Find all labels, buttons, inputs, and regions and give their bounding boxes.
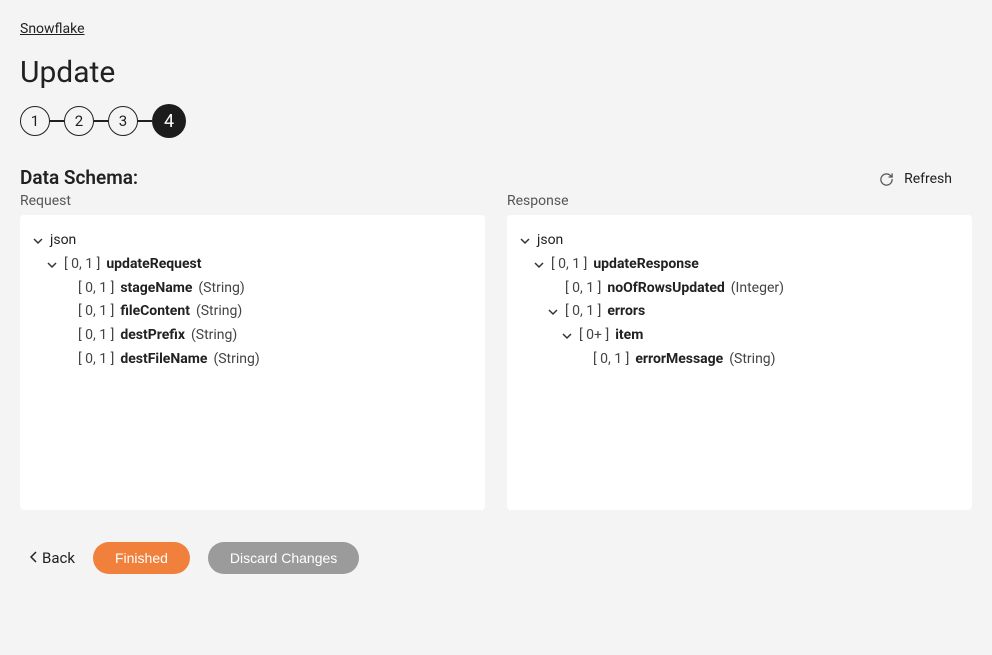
tree-node-destPrefix[interactable]: [ 0, 1 ] destPrefix (String) [32, 324, 473, 348]
field-type: (String) [213, 348, 259, 372]
discard-changes-button[interactable]: Discard Changes [208, 542, 359, 574]
chevron-down-icon [46, 260, 58, 270]
tree-node-updateRequest[interactable]: [ 0, 1 ] updateRequest [32, 253, 473, 277]
step-connector [94, 120, 108, 122]
cardinality: [ 0, 1 ] [78, 300, 114, 324]
tree-node-destFileName[interactable]: [ 0, 1 ] destFileName (String) [32, 348, 473, 372]
breadcrumb-snowflake[interactable]: Snowflake [20, 21, 85, 37]
cardinality: [ 0, 1 ] [78, 324, 114, 348]
back-button[interactable]: Back [30, 549, 75, 567]
field-type: (String) [196, 300, 242, 324]
request-label: Request [20, 193, 485, 209]
field-name: item [615, 324, 643, 348]
field-type: (Integer) [731, 277, 784, 301]
chevron-down-icon [519, 236, 531, 246]
response-tree-panel: json [ 0, 1 ] updateResponse [ 0, 1 ] no… [507, 215, 972, 510]
stepper: 1 2 3 4 [20, 104, 972, 138]
tree-node-item[interactable]: [ 0+ ] item [519, 324, 960, 348]
tree-node-updateResponse[interactable]: [ 0, 1 ] updateResponse [519, 253, 960, 277]
step-3[interactable]: 3 [108, 106, 138, 136]
cardinality: [ 0, 1 ] [78, 277, 114, 301]
request-column: Request json [ 0, 1 ] updateRequest [ 0,… [20, 193, 485, 510]
refresh-button[interactable]: Refresh [20, 171, 972, 187]
field-type: (String) [198, 277, 244, 301]
chevron-down-icon [561, 331, 573, 341]
refresh-label: Refresh [904, 171, 952, 187]
back-label: Back [42, 549, 75, 567]
field-name: updateResponse [593, 253, 699, 277]
response-column: Response json [ 0, 1 ] updateResponse [ … [507, 193, 972, 510]
field-name: errorMessage [635, 348, 723, 372]
chevron-down-icon [32, 236, 44, 246]
chevron-down-icon [547, 307, 559, 317]
response-label: Response [507, 193, 972, 209]
field-name: stageName [120, 277, 192, 301]
field-name: destFileName [120, 348, 207, 372]
page-title: Update [20, 55, 972, 90]
step-2[interactable]: 2 [64, 106, 94, 136]
footer: Back Finished Discard Changes [20, 542, 972, 574]
field-name: fileContent [120, 300, 190, 324]
tree-node-errors[interactable]: [ 0, 1 ] errors [519, 300, 960, 324]
step-1[interactable]: 1 [20, 106, 50, 136]
step-4[interactable]: 4 [152, 104, 186, 138]
request-tree-panel: json [ 0, 1 ] updateRequest [ 0, 1 ] sta… [20, 215, 485, 510]
field-name: updateRequest [106, 253, 201, 277]
field-name: destPrefix [120, 324, 185, 348]
tree-node-fileContent[interactable]: [ 0, 1 ] fileContent (String) [32, 300, 473, 324]
cardinality: [ 0, 1 ] [565, 277, 601, 301]
cardinality: [ 0, 1 ] [565, 300, 601, 324]
cardinality: [ 0, 1 ] [64, 253, 100, 277]
field-name: noOfRowsUpdated [607, 277, 724, 301]
refresh-icon [879, 172, 894, 187]
field-type: (String) [191, 324, 237, 348]
cardinality: [ 0, 1 ] [78, 348, 114, 372]
tree-node-stageName[interactable]: [ 0, 1 ] stageName (String) [32, 277, 473, 301]
schema-columns: Request json [ 0, 1 ] updateRequest [ 0,… [20, 193, 972, 510]
step-connector [50, 120, 64, 122]
step-connector [138, 120, 152, 122]
cardinality: [ 0+ ] [579, 324, 609, 348]
cardinality: [ 0, 1 ] [551, 253, 587, 277]
tree-node-noOfRowsUpdated[interactable]: [ 0, 1 ] noOfRowsUpdated (Integer) [519, 277, 960, 301]
node-label: json [537, 229, 563, 253]
chevron-left-icon [30, 549, 38, 567]
finished-button[interactable]: Finished [93, 542, 190, 574]
cardinality: [ 0, 1 ] [593, 348, 629, 372]
field-name: errors [607, 300, 645, 324]
tree-node-json[interactable]: json [519, 229, 960, 253]
field-type: (String) [729, 348, 775, 372]
node-label: json [50, 229, 76, 253]
chevron-down-icon [533, 260, 545, 270]
tree-node-errorMessage[interactable]: [ 0, 1 ] errorMessage (String) [519, 348, 960, 372]
tree-node-json[interactable]: json [32, 229, 473, 253]
